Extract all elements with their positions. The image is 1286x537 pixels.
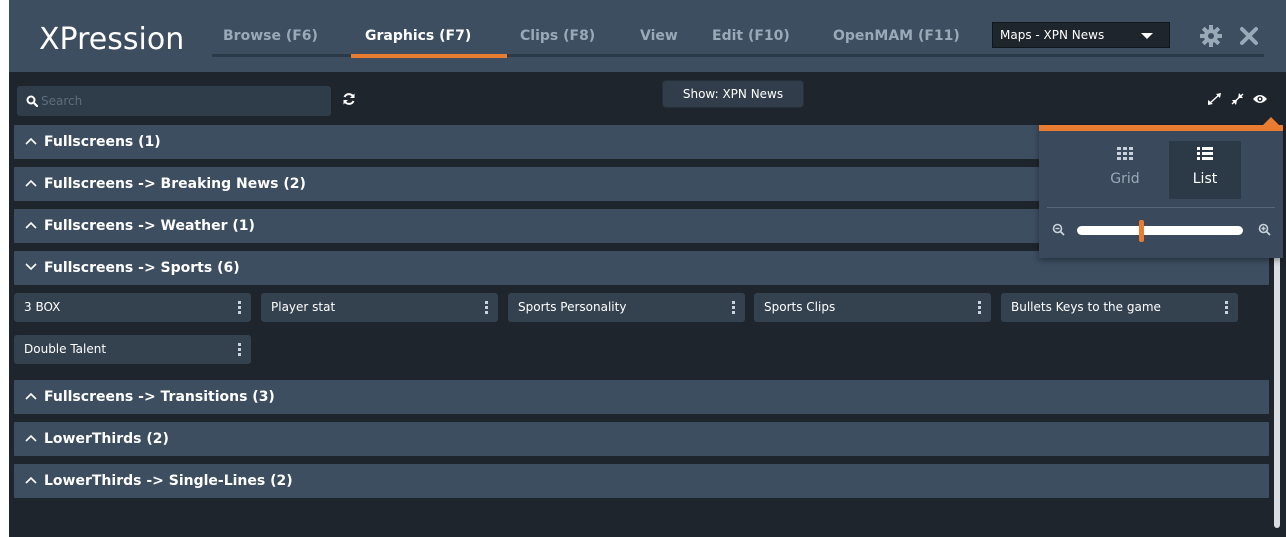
view-options-popup: Grid List <box>1039 117 1283 258</box>
chevron-up-icon <box>25 392 37 400</box>
maps-select-value: Maps - XPN News <box>1000 28 1105 42</box>
grid-icon <box>1117 147 1133 160</box>
show-filter-button[interactable]: Show: XPN News <box>662 80 804 108</box>
zoom-slider-track[interactable] <box>1077 226 1243 235</box>
popup-divider <box>1047 207 1275 208</box>
search-icon <box>26 95 38 107</box>
item-label: Player stat <box>271 300 336 314</box>
graphic-item[interactable]: Sports Clips <box>754 293 991 322</box>
zoom-slider-thumb[interactable] <box>1139 220 1145 242</box>
popup-arrow <box>1263 117 1279 125</box>
expand-icon[interactable] <box>1207 92 1223 106</box>
chevron-up-icon <box>25 179 37 187</box>
group-label: Fullscreens -> Transitions (3) <box>44 389 275 405</box>
tab-clips[interactable]: Clips (F8) <box>520 26 595 46</box>
more-options-icon[interactable] <box>978 301 981 314</box>
grid-view-option[interactable]: Grid <box>1089 141 1161 199</box>
chevron-up-icon <box>25 434 37 442</box>
tab-edit[interactable]: Edit (F10) <box>712 26 790 46</box>
top-bar: XPression Browse (F6) Graphics (F7) Clip… <box>9 0 1286 72</box>
graphic-item[interactable]: Double Talent <box>14 335 251 364</box>
more-options-icon[interactable] <box>732 301 735 314</box>
list-view-label: List <box>1192 171 1218 187</box>
group-label: Fullscreens -> Breaking News (2) <box>44 176 306 192</box>
active-tab-indicator <box>351 54 507 58</box>
tab-browse[interactable]: Browse (F6) <box>223 26 318 46</box>
app-window: XPression Browse (F6) Graphics (F7) Clip… <box>9 0 1286 537</box>
list-view-option[interactable]: List <box>1169 141 1241 199</box>
close-icon[interactable] <box>1239 26 1259 46</box>
group-label: Fullscreens -> Sports (6) <box>44 260 240 276</box>
zoom-out-icon[interactable] <box>1052 223 1065 236</box>
maps-select[interactable]: Maps - XPN News <box>992 22 1170 48</box>
item-label: Bullets Keys to the game <box>1011 300 1161 314</box>
search-input[interactable] <box>41 89 321 113</box>
app-title: XPression <box>39 22 185 57</box>
group-label: LowerThirds (2) <box>44 431 169 447</box>
group-single-lines[interactable]: LowerThirds -> Single-Lines (2) <box>14 464 1269 498</box>
list-icon <box>1197 147 1213 160</box>
gear-icon[interactable] <box>1199 24 1223 48</box>
refresh-icon[interactable] <box>342 92 356 106</box>
group-transitions[interactable]: Fullscreens -> Transitions (3) <box>14 380 1269 414</box>
graphic-item[interactable]: 3 BOX <box>14 293 251 322</box>
search-box <box>17 86 331 116</box>
graphic-item[interactable]: Player stat <box>261 293 498 322</box>
group-label: Fullscreens (1) <box>44 134 161 150</box>
popup-accent-bar <box>1039 125 1283 131</box>
chevron-up-icon <box>25 476 37 484</box>
graphic-item[interactable]: Sports Personality <box>508 293 745 322</box>
chevron-down-icon <box>25 263 37 271</box>
more-options-icon[interactable] <box>1225 301 1228 314</box>
collapse-icon[interactable] <box>1230 92 1246 106</box>
item-label: Sports Clips <box>764 300 836 314</box>
tab-view[interactable]: View <box>640 26 678 46</box>
chevron-up-icon <box>25 137 37 145</box>
group-label: Fullscreens -> Weather (1) <box>44 218 255 234</box>
item-label: Double Talent <box>24 342 107 356</box>
more-options-icon[interactable] <box>485 301 488 314</box>
group-lowerthirds[interactable]: LowerThirds (2) <box>14 422 1269 456</box>
group-label: LowerThirds -> Single-Lines (2) <box>44 473 293 489</box>
graphic-item[interactable]: Bullets Keys to the game <box>1001 293 1238 322</box>
more-options-icon[interactable] <box>238 301 241 314</box>
zoom-in-icon[interactable] <box>1258 223 1271 236</box>
tab-openmam[interactable]: OpenMAM (F11) <box>833 26 960 46</box>
grid-view-label: Grid <box>1110 171 1140 187</box>
tab-graphics[interactable]: Graphics (F7) <box>365 26 471 46</box>
chevron-down-icon <box>1141 33 1153 39</box>
item-label: Sports Personality <box>518 300 627 314</box>
more-options-icon[interactable] <box>238 343 241 356</box>
chevron-up-icon <box>25 221 37 229</box>
item-label: 3 BOX <box>24 300 61 314</box>
eye-icon[interactable] <box>1252 93 1268 105</box>
